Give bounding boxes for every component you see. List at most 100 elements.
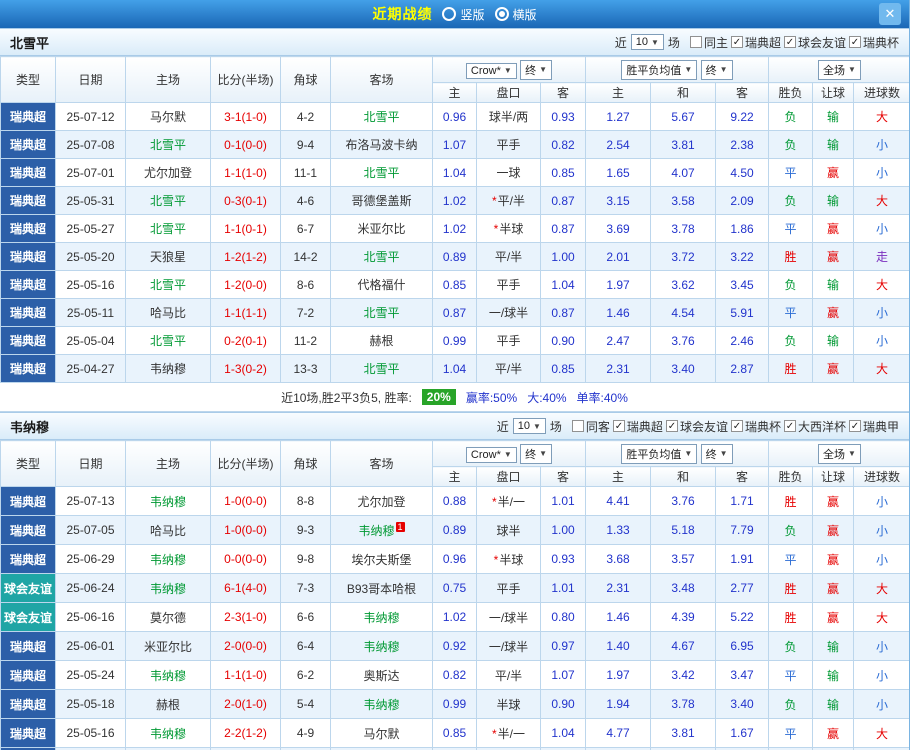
asia-odds-away: 1.00 [540,242,586,271]
asia-odds-home: 1.02 [432,186,477,215]
handicap-line: 一/球半 [476,631,541,661]
match-row: 瑞典超 25-05-04 北雪平 0-2(0-1) 11-2 赫根 0.99 平手 0.90 2.… [0,326,909,355]
filter-checkbox[interactable]: ✓ 瑞典甲 [848,418,899,435]
euro-odds-away: 9.22 [714,102,770,131]
home-team: 韦纳穆 [125,660,211,690]
euro-odds-home: 1.97 [585,660,651,690]
col-date: 日期 [55,440,126,487]
euro-odds-draw: 5.67 [650,102,716,131]
final-odds-select[interactable]: 终 ▼ [520,443,553,464]
filter-checkbox[interactable]: ✓ 瑞典杯 [848,34,899,51]
league-type-cell: 瑞典超 [0,354,56,383]
checkbox-label: 球会友谊 [797,35,846,50]
filter-checkbox[interactable]: ✓ 瑞典杯 [730,418,781,435]
euro-odds-away: 1.86 [714,214,770,243]
checkbox-icon: ✓ [783,36,796,48]
corner-score: 4-6 [280,186,331,215]
final-score: 1-3(0-2) [210,354,281,383]
league-type-cell: 瑞典超 [0,214,56,243]
euro-odds-away: 3.40 [714,689,770,719]
home-team: 北雪平 [125,130,211,159]
outcome-handicap: 赢 [812,158,855,187]
filter-bar: 近 10 ▼ 场 同主 ✓ 瑞典超 ✓ 球会友谊 ✓ 瑞典杯 [615,34,899,51]
league-type-cell: 球会友谊 [0,602,56,632]
asia-odds-away: 0.85 [540,158,586,187]
filter-unit-label: 场 [667,35,680,50]
euro-odds-draw: 3.48 [650,573,716,603]
match-date: 25-05-31 [55,186,126,215]
euro-odds-draw: 3.42 [650,660,716,690]
final-score: 2-2(1-2) [210,718,281,748]
scope-select[interactable]: 全场 ▼ [818,59,861,80]
win-rate-badge: 20% [421,389,456,405]
final-score: 1-0(0-0) [210,515,281,545]
match-date: 25-05-20 [55,242,126,271]
match-row: 瑞典超 25-07-05 哈马比 1-0(0-0) 9-3 韦纳穆 1 0.89 球半 1.00 1… [0,515,909,545]
corner-score: 7-3 [280,573,331,603]
euro-odds-home: 2.31 [585,354,651,383]
home-team: 北雪平 [125,186,211,215]
league-type-cell: 瑞典超 [0,242,56,271]
match-row: 瑞典超 25-07-13 韦纳穆 1-0(0-0) 8-8 尤尔加登 0.88 *半/一 1.0… [0,486,909,516]
col-goals-result: 进球数 [853,466,909,487]
euro-avg-select[interactable]: 胜平负均值 ▼ [621,59,698,80]
euro-avg-select[interactable]: 胜平负均值 ▼ [621,443,698,464]
asia-odds-home: 0.75 [432,573,477,603]
asia-odds-home: 1.02 [432,602,477,632]
league-type-cell: 瑞典超 [0,631,56,661]
checkbox-icon: ✓ [730,420,743,432]
match-row: 瑞典超 25-06-29 韦纳穆 0-0(0-0) 9-8 埃尔夫斯堡 0.96 *半球 0.9… [0,544,909,574]
checkbox-label: 瑞典超 [626,419,663,434]
close-icon[interactable]: ✕ [879,3,901,25]
bookmaker-select[interactable]: Crow* ▼ [465,62,517,79]
matches-table-1: 类型 日期 主场 比分(半场) 角球 客场 Crow* ▼ 终 ▼ 胜平负均值 ▼ 终… [0,440,909,750]
league-type-cell: 瑞典超 [0,718,56,748]
outcome-wdl: 负 [768,689,814,719]
away-team: 赫根 [330,326,433,355]
col-euro-away: 客 [714,466,770,487]
euro-odds-away: 5.22 [714,602,770,632]
col-score: 比分(半场) [210,56,281,103]
filter-near-label: 近 [614,35,627,50]
outcome-goals: 小 [853,660,909,690]
checkbox-label: 大西洋杯 [797,419,846,434]
outcome-handicap: 输 [812,631,855,661]
outcome-goals: 大 [853,102,909,131]
view-option-horizontal[interactable]: 横版 [494,6,537,23]
filter-checkbox[interactable]: 同客 [571,418,610,435]
filter-checkbox[interactable]: 同主 [689,34,728,51]
match-count-select[interactable]: 10 ▼ [512,418,546,434]
euro-odds-draw: 3.40 [650,354,716,383]
outcome-wdl: 平 [768,544,814,574]
filter-checkbox[interactable]: ✓ 瑞典超 [730,34,781,51]
league-type-cell: 瑞典超 [0,326,56,355]
match-date: 25-05-24 [55,660,126,690]
filter-checkbox[interactable]: ✓ 球会友谊 [783,34,846,51]
home-team: 米亚尔比 [125,631,211,661]
corner-score: 9-8 [280,544,331,574]
filter-checkbox[interactable]: ✓ 大西洋杯 [783,418,846,435]
filter-checkbox[interactable]: ✓ 瑞典超 [612,418,663,435]
asia-odds-away: 0.80 [540,602,586,632]
final-odds-select[interactable]: 终 ▼ [700,59,733,80]
filter-checkbox-group: 同客 ✓ 瑞典超 ✓ 球会友谊 ✓ 瑞典杯 ✓ 大西洋杯 ✓ 瑞典甲 [571,418,899,435]
final-score: 1-1(1-0) [210,158,281,187]
home-team: 北雪平 [125,270,211,299]
final-odds-select[interactable]: 终 ▼ [520,59,553,80]
scope-select[interactable]: 全场 ▼ [818,443,861,464]
asia-odds-away: 0.82 [540,130,586,159]
final-score: 1-2(1-2) [210,242,281,271]
radio-label: 竖版 [460,7,485,22]
outcome-handicap: 输 [812,270,855,299]
bookmaker-select[interactable]: Crow* ▼ [465,446,517,463]
table-header: 类型 日期 主场 比分(半场) 角球 客场 Crow* ▼ 终 ▼ 胜平负均值 ▼ 终… [0,56,909,103]
filter-checkbox[interactable]: ✓ 球会友谊 [665,418,728,435]
handicap-line: 平/半 [476,354,541,383]
col-away: 客场 [330,440,433,487]
team-name: 韦纳穆 [10,419,50,435]
final-odds-select[interactable]: 终 ▼ [700,443,733,464]
view-option-vertical[interactable]: 竖版 [442,6,485,23]
away-team: 马尔默 [330,718,433,748]
panel-title: 近期战绩 [372,6,433,22]
match-count-select[interactable]: 10 ▼ [630,34,664,50]
